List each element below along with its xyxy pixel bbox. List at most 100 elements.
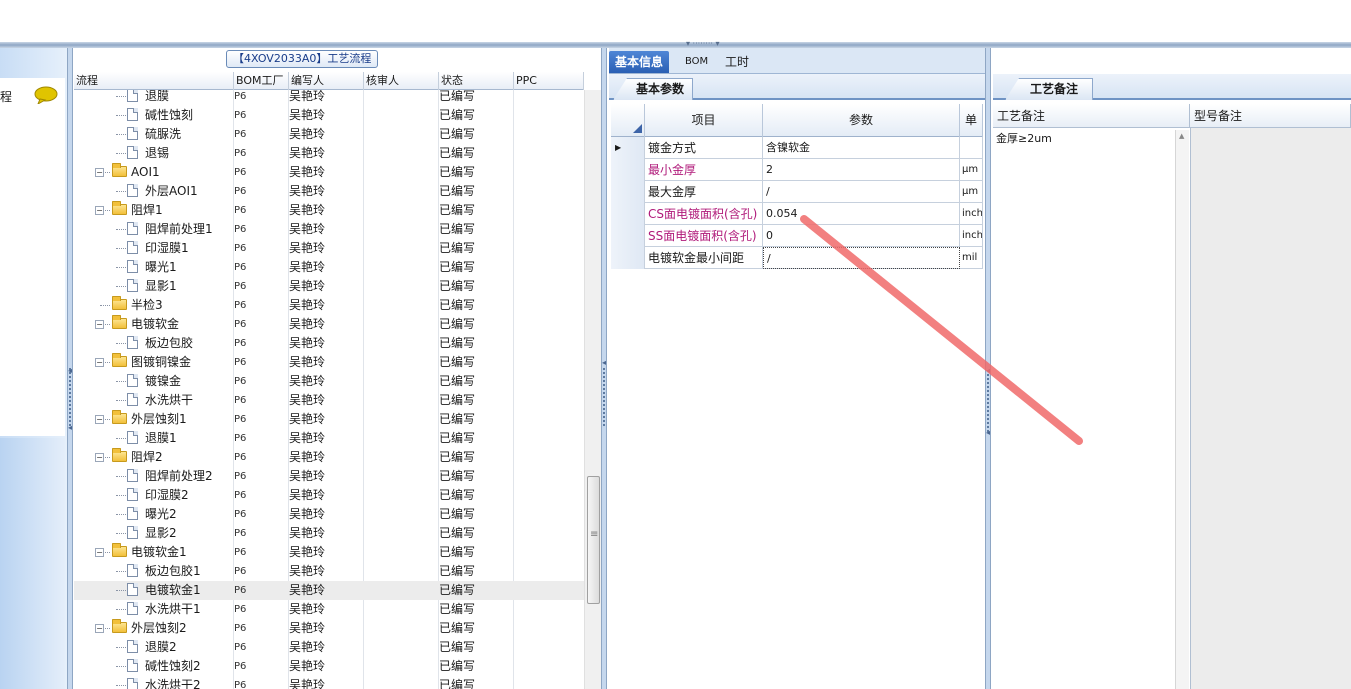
process-note-scrollbar[interactable]	[1175, 130, 1189, 689]
tab-process-notes[interactable]: 工艺备注	[1005, 78, 1094, 100]
left-nav-label[interactable]: 程	[0, 88, 12, 105]
col-header-item[interactable]: 项目	[645, 104, 763, 137]
param-value-cell[interactable]: 0.054	[763, 203, 960, 225]
tree-node[interactable]: 板边包胶1	[127, 562, 201, 581]
param-value-cell[interactable]: /	[763, 181, 960, 203]
tree-folder-row[interactable]: − 阻焊2 P6 吴艳玲 已编写	[74, 448, 584, 467]
tree-node[interactable]: 阻焊1	[112, 201, 163, 220]
tree-step-row[interactable]: 镀镍金 P6 吴艳玲 已编写	[74, 372, 584, 391]
splitter-grip-icon[interactable]	[987, 374, 989, 434]
tree-step-row[interactable]: 显影2 P6 吴艳玲 已编写	[74, 524, 584, 543]
tree-step-row[interactable]: 硫脲洗 P6 吴艳玲 已编写	[74, 125, 584, 144]
tree-node[interactable]: 水洗烘干1	[127, 600, 201, 619]
tree-node[interactable]: 外层AOI1	[127, 182, 198, 201]
select-all-icon[interactable]	[633, 124, 642, 133]
collapse-left-icon[interactable]: ◂	[986, 428, 990, 437]
param-value-cell[interactable]: 0	[763, 225, 960, 247]
tree-node[interactable]: 曝光2	[127, 505, 177, 524]
col-header-process-note[interactable]: 工艺备注	[993, 104, 1190, 128]
row-header[interactable]: ▶	[611, 137, 645, 159]
tab-work-hours[interactable]: 工时	[719, 51, 755, 73]
tree-node[interactable]: 电镀软金1	[112, 543, 187, 562]
params-grid-row[interactable]: 最大金厚 / μm	[611, 181, 983, 203]
tree-step-row[interactable]: 显影1 P6 吴艳玲 已编写	[74, 277, 584, 296]
tree-node[interactable]: 印湿膜1	[127, 239, 189, 258]
params-grid-row[interactable]: CS面电镀面积(含孔) 0.054 inch	[611, 203, 983, 225]
col-header-author[interactable]: 编写人	[289, 72, 364, 90]
tree-scrollbar-thumb[interactable]	[587, 476, 600, 604]
tree-folder-row[interactable]: − 外层蚀刻2 P6 吴艳玲 已编写	[74, 619, 584, 638]
tree-scrollbar[interactable]	[584, 90, 601, 689]
tree-step-row[interactable]: 印湿膜1 P6 吴艳玲 已编写	[74, 239, 584, 258]
tree-folder-row[interactable]: − 阻焊1 P6 吴艳玲 已编写	[74, 201, 584, 220]
tree-step-row[interactable]: 水洗烘干 P6 吴艳玲 已编写	[74, 391, 584, 410]
tree-node[interactable]: 退膜2	[127, 638, 177, 657]
tree-step-row[interactable]: 外层AOI1 P6 吴艳玲 已编写	[74, 182, 584, 201]
model-note-field[interactable]	[1190, 128, 1351, 689]
tree-step-row[interactable]: 退膜2 P6 吴艳玲 已编写	[74, 638, 584, 657]
tree-node[interactable]: 外层蚀刻1	[112, 410, 187, 429]
collapse-toggle-icon[interactable]: −	[95, 320, 104, 329]
tree-node[interactable]: 显影2	[127, 524, 177, 543]
right-splitter[interactable]: ◂ ◂	[985, 48, 991, 689]
row-header[interactable]	[611, 181, 645, 203]
tree-step-row[interactable]: 碱性蚀刻2 P6 吴艳玲 已编写	[74, 657, 584, 676]
splitter-grip-icon[interactable]	[603, 368, 605, 428]
tree-node[interactable]: 半检3	[112, 296, 163, 315]
tree-step-row[interactable]: 阻焊前处理1 P6 吴艳玲 已编写	[74, 220, 584, 239]
row-header[interactable]	[611, 225, 645, 247]
tree-step-row[interactable]: 退膜 P6 吴艳玲 已编写	[74, 90, 584, 106]
collapse-toggle-icon[interactable]: −	[95, 168, 104, 177]
tab-bom[interactable]: BOM	[679, 51, 714, 73]
tree-node[interactable]: 印湿膜2	[127, 486, 189, 505]
tree-node[interactable]: AOI1	[112, 163, 160, 182]
param-value-cell[interactable]: /	[763, 247, 960, 269]
col-header-reviewer[interactable]: 核审人	[364, 72, 439, 90]
params-grid-row[interactable]: 最小金厚 2 μm	[611, 159, 983, 181]
tree-folder-row[interactable]: 半检3 P6 吴艳玲 已编写	[74, 296, 584, 315]
tree-node[interactable]: 阻焊前处理1	[127, 220, 213, 239]
left-splitter[interactable]: ◂ ◂	[67, 48, 73, 689]
collapse-left-icon[interactable]: ◂	[68, 423, 72, 432]
tree-step-row[interactable]: 退锡 P6 吴艳玲 已编写	[74, 144, 584, 163]
tree-step-row[interactable]: 板边包胶 P6 吴艳玲 已编写	[74, 334, 584, 353]
tree-node[interactable]: 退膜	[127, 90, 169, 106]
col-header-model-note[interactable]: 型号备注	[1190, 104, 1351, 128]
chat-bubble-icon[interactable]	[34, 86, 58, 104]
tree-node[interactable]: 退锡	[127, 144, 169, 163]
row-header[interactable]	[611, 203, 645, 225]
tree-node[interactable]: 板边包胶	[127, 334, 193, 353]
tree-folder-row[interactable]: − 外层蚀刻1 P6 吴艳玲 已编写	[74, 410, 584, 429]
tree-node[interactable]: 阻焊2	[112, 448, 163, 467]
tree-step-row[interactable]: 阻焊前处理2 P6 吴艳玲 已编写	[74, 467, 584, 486]
param-value-cell[interactable]: 2	[763, 159, 960, 181]
tree-node[interactable]: 电镀软金1	[127, 581, 201, 600]
row-header[interactable]	[611, 247, 645, 269]
tree-node[interactable]: 显影1	[127, 277, 177, 296]
tree-folder-row[interactable]: − AOI1 P6 吴艳玲 已编写	[74, 163, 584, 182]
collapse-toggle-icon[interactable]: −	[95, 453, 104, 462]
params-grid-row[interactable]: ▶ 镀金方式 含镍软金	[611, 137, 983, 159]
tab-basic-params[interactable]: 基本参数	[613, 78, 694, 100]
col-header-ppc[interactable]: PPC	[514, 72, 584, 90]
tab-basic-info[interactable]: 基本信息	[609, 51, 670, 73]
tree-step-row[interactable]: 水洗烘干2 P6 吴艳玲 已编写	[74, 676, 584, 689]
tree-node[interactable]: 外层蚀刻2	[112, 619, 187, 638]
grid-corner[interactable]	[611, 104, 645, 137]
param-value-cell[interactable]: 含镍软金	[763, 137, 960, 159]
collapse-toggle-icon[interactable]: −	[95, 206, 104, 215]
tree-node[interactable]: 退膜1	[127, 429, 177, 448]
tree-folder-row[interactable]: − 电镀软金1 P6 吴艳玲 已编写	[74, 543, 584, 562]
tree-node[interactable]: 硫脲洗	[127, 125, 181, 144]
collapse-toggle-icon[interactable]: −	[95, 415, 104, 424]
tree-step-row[interactable]: 板边包胶1 P6 吴艳玲 已编写	[74, 562, 584, 581]
tree-node[interactable]: 碱性蚀刻	[127, 106, 193, 125]
tree-node[interactable]: 阻焊前处理2	[127, 467, 213, 486]
tree-folder-row[interactable]: − 电镀软金 P6 吴艳玲 已编写	[74, 315, 584, 334]
collapse-left-icon[interactable]: ◂	[602, 358, 606, 367]
tree-step-row[interactable]: 曝光2 P6 吴艳玲 已编写	[74, 505, 584, 524]
tree-node[interactable]: 水洗烘干2	[127, 676, 201, 689]
collapse-left-icon[interactable]: ◂	[986, 366, 990, 375]
tree-folder-row[interactable]: − 图镀铜镍金 P6 吴艳玲 已编写	[74, 353, 584, 372]
tree-step-row[interactable]: 曝光1 P6 吴艳玲 已编写	[74, 258, 584, 277]
